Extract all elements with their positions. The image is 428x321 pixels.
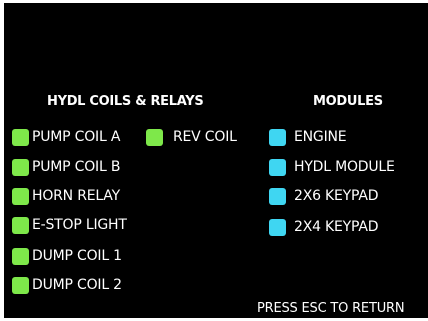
module-status-2x6-keypad: 2X6 KEYPAD — [269, 186, 379, 206]
diagnostics-screen: HYDL COILS & RELAYS MODULES PUMP COIL A … — [4, 3, 428, 318]
status-indicator-icon — [12, 216, 29, 234]
status-indicator-icon — [146, 128, 163, 146]
status-indicator-icon — [269, 158, 286, 176]
module-label: 2X6 KEYPAD — [294, 188, 379, 204]
coil-label: REV COIL — [173, 129, 237, 145]
coil-status-e-stop-light: E-STOP LIGHT — [12, 215, 127, 235]
module-status-engine: ENGINE — [269, 127, 347, 147]
module-label: 2X4 KEYPAD — [294, 219, 379, 235]
module-status-hydl-module: HYDL MODULE — [269, 157, 395, 177]
coil-status-horn-relay: HORN RELAY — [12, 186, 120, 206]
module-status-2x4-keypad: 2X4 KEYPAD — [269, 217, 379, 237]
coil-label: DUMP COIL 2 — [32, 277, 122, 293]
module-label: HYDL MODULE — [294, 159, 395, 175]
coil-label: E-STOP LIGHT — [32, 217, 127, 233]
status-indicator-icon — [12, 247, 29, 265]
coil-label: HORN RELAY — [32, 188, 120, 204]
coil-status-rev-coil: REV COIL — [146, 127, 237, 147]
module-label: ENGINE — [294, 129, 347, 145]
status-indicator-icon — [12, 128, 29, 146]
coil-status-pump-coil-a: PUMP COIL A — [12, 127, 120, 147]
status-indicator-icon — [12, 158, 29, 176]
status-indicator-icon — [269, 187, 286, 205]
status-indicator-icon — [12, 187, 29, 205]
status-indicator-icon — [269, 128, 286, 146]
status-indicator-icon — [12, 276, 29, 294]
coil-status-dump-coil-2: DUMP COIL 2 — [12, 275, 122, 295]
coil-label: PUMP COIL B — [32, 159, 121, 175]
coil-status-dump-coil-1: DUMP COIL 1 — [12, 246, 122, 266]
coil-label: DUMP COIL 1 — [32, 248, 122, 264]
return-hint: PRESS ESC TO RETURN — [257, 301, 405, 316]
status-indicator-icon — [269, 218, 286, 236]
coil-label: PUMP COIL A — [32, 129, 121, 145]
modules-heading: MODULES — [313, 94, 383, 109]
coil-status-pump-coil-b: PUMP COIL B — [12, 157, 120, 177]
coils-relays-heading: HYDL COILS & RELAYS — [47, 94, 204, 109]
